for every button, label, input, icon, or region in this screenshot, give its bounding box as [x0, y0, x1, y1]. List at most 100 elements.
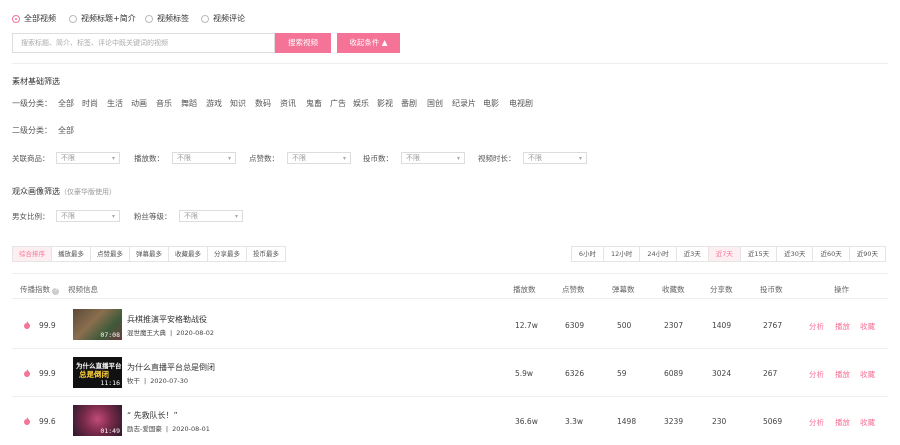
filter-label: 投币数： [363, 154, 393, 163]
radio-comments[interactable]: 视频评论 [201, 13, 245, 24]
video-title[interactable]: 兵棋推演平安格勒战役 [127, 314, 207, 325]
basic-filter-title: 素材基础筛选 [12, 77, 60, 86]
radio-title-desc[interactable]: 视频标题+简介 [69, 13, 136, 24]
primary-category-item[interactable]: 鬼畜 [306, 98, 322, 109]
stat-plays: 5.9w [515, 369, 534, 378]
time-tab[interactable]: 近60天 [813, 247, 850, 261]
search-button[interactable]: 搜索视频 [275, 33, 331, 53]
header-plays: 播放数 [513, 285, 536, 294]
filter-select[interactable]: 不限 ▾ [523, 152, 587, 164]
filter-select[interactable]: 不限 ▾ [172, 152, 236, 164]
video-thumbnail[interactable]: 为什么直播平台 总是倒闭 11:16 [73, 357, 122, 388]
video-duration: 11:16 [100, 379, 120, 387]
collapse-filters-button[interactable]: 收起条件 ▲ [337, 33, 400, 53]
time-tab[interactable]: 近7天 [708, 247, 741, 261]
video-author[interactable]: 牧干 [127, 377, 140, 385]
sort-tab[interactable]: 播放最多 [52, 247, 91, 261]
header-danmaku: 弹幕数 [612, 285, 635, 294]
filter-select[interactable]: 不限 ▾ [401, 152, 465, 164]
stat-plays: 36.6w [515, 417, 538, 426]
chevron-down-icon: ▾ [456, 155, 460, 162]
stat-shares: 1409 [712, 321, 732, 330]
sort-tab[interactable]: 分享最多 [208, 247, 247, 261]
primary-category-item[interactable]: 动画 [131, 98, 147, 109]
primary-category-item[interactable]: 番剧 [401, 98, 417, 109]
video-author[interactable]: 混世魔王大典 [127, 329, 166, 337]
header-favs: 收藏数 [662, 285, 685, 294]
primary-category-item[interactable]: 电影 [483, 98, 499, 109]
video-date: 2020-08-02 [176, 329, 214, 337]
secondary-category-label: 二级分类： [12, 126, 52, 135]
filter-select[interactable]: 不限 ▾ [179, 210, 243, 222]
filter-select[interactable]: 不限 ▾ [56, 210, 120, 222]
filter-label: 男女比例： [12, 212, 50, 221]
row-action[interactable]: 播放 [835, 417, 850, 428]
meta-separator: | [165, 425, 169, 433]
flame-icon [24, 369, 30, 377]
sort-tab[interactable]: 综合排序 [13, 247, 52, 261]
primary-category-label: 一级分类： [12, 99, 52, 108]
time-tab[interactable]: 近90天 [850, 247, 885, 261]
row-action[interactable]: 收藏 [860, 417, 875, 428]
row-action[interactable]: 收藏 [860, 369, 875, 380]
primary-category-item[interactable]: 舞蹈 [181, 98, 197, 109]
time-tab[interactable]: 近3天 [677, 247, 709, 261]
row-action[interactable]: 播放 [835, 369, 850, 380]
sort-tab[interactable]: 弹幕最多 [130, 247, 169, 261]
chevron-down-icon: ▾ [342, 155, 346, 162]
primary-category-item[interactable]: 游戏 [206, 98, 222, 109]
video-thumbnail[interactable]: 01:49 [73, 405, 122, 436]
search-input[interactable]: 搜索标题、简介、标签、评论中既关键词的视频 [12, 33, 275, 53]
time-tab[interactable]: 24小时 [640, 247, 677, 261]
video-title[interactable]: 为什么直播平台总是倒闭 [127, 362, 215, 373]
primary-category-item[interactable]: 影视 [377, 98, 393, 109]
row-action[interactable]: 播放 [835, 321, 850, 332]
video-thumbnail[interactable]: 07:08 [73, 309, 122, 340]
time-tab[interactable]: 6小时 [572, 247, 605, 261]
header-video-info: 视频信息 [68, 285, 98, 294]
row-action[interactable]: 分析 [809, 417, 824, 428]
sort-tab[interactable]: 点赞最多 [91, 247, 130, 261]
primary-category-item[interactable]: 知识 [230, 98, 246, 109]
filter-select[interactable]: 不限 ▾ [56, 152, 120, 164]
video-meta: 牧干 | 2020-07-30 [127, 375, 188, 385]
primary-category-item[interactable]: 全部 [58, 98, 74, 109]
primary-category-item[interactable]: 音乐 [156, 98, 172, 109]
flame-icon [24, 417, 30, 425]
secondary-category-all[interactable]: 全部 [58, 125, 74, 136]
help-icon[interactable]: ? [52, 288, 60, 295]
row-action[interactable]: 分析 [809, 369, 824, 380]
filter-select[interactable]: 不限 ▾ [287, 152, 351, 164]
radio-tags[interactable]: 视频标签 [145, 13, 189, 24]
spread-index: 99.6 [39, 417, 56, 426]
primary-category-item[interactable]: 广告 [330, 98, 346, 109]
primary-category-item[interactable]: 时尚 [82, 98, 98, 109]
time-tab[interactable]: 近15天 [741, 247, 778, 261]
video-title[interactable]: “ 先救队长！” [127, 410, 178, 421]
primary-category-item[interactable]: 电视剧 [509, 98, 533, 109]
radio-dot [145, 14, 153, 23]
select-value: 不限 [177, 154, 191, 162]
time-tab[interactable]: 近30天 [777, 247, 814, 261]
primary-category-item[interactable]: 纪录片 [452, 98, 476, 109]
row-action[interactable]: 收藏 [860, 321, 875, 332]
primary-category-item[interactable]: 娱乐 [353, 98, 369, 109]
time-tab[interactable]: 12小时 [604, 247, 641, 261]
primary-category-item[interactable]: 国创 [427, 98, 443, 109]
radio-dot [201, 14, 209, 23]
primary-category-item[interactable]: 生活 [107, 98, 123, 109]
sort-tab[interactable]: 收藏最多 [169, 247, 208, 261]
primary-category-item[interactable]: 数码 [255, 98, 271, 109]
select-value: 不限 [528, 154, 542, 162]
select-value: 不限 [61, 212, 75, 220]
divider [12, 298, 888, 299]
select-value: 不限 [292, 154, 306, 162]
primary-category-item[interactable]: 资讯 [280, 98, 296, 109]
chevron-down-icon: ▾ [578, 155, 582, 162]
table-row: 99.9 07:08 兵棋推演平安格勒战役 混世魔王大典 | 2020-08-02 12.7… [0, 301, 900, 349]
radio-all-videos[interactable]: 全部视频 [12, 13, 56, 24]
row-action[interactable]: 分析 [809, 321, 824, 332]
sort-tab[interactable]: 投币最多 [247, 247, 285, 261]
video-author[interactable]: 励志-爱国豪 [127, 425, 162, 433]
header-index: 传播指数 ? [20, 284, 60, 295]
